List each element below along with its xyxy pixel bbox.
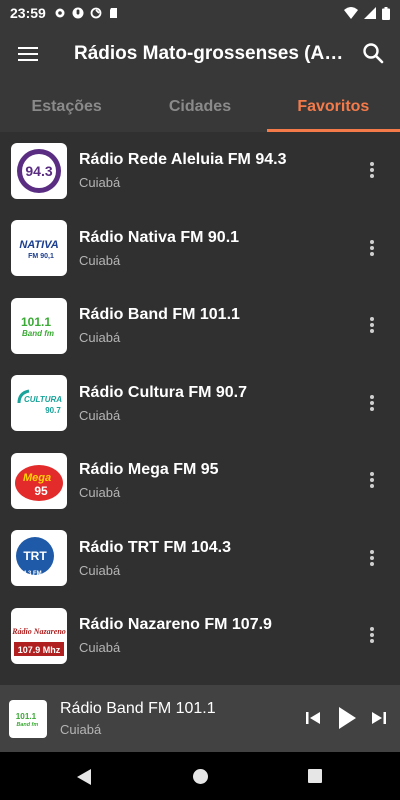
list-item[interactable]: 101.1 Band fm Rádio Band FM 101.1 Cuiabá xyxy=(0,287,400,365)
svg-text:95: 95 xyxy=(34,484,48,498)
sd-card-icon xyxy=(109,8,117,18)
play-icon[interactable] xyxy=(336,705,358,731)
station-city: Cuiabá xyxy=(79,175,121,191)
back-icon[interactable] xyxy=(75,768,93,786)
list-item[interactable]: Mega 95 Rádio Mega FM 95 Cuiabá xyxy=(0,442,400,520)
player-station-city: Cuiabá xyxy=(60,722,102,737)
app-bar: Rádios Mato-grossenses (A… xyxy=(0,26,400,82)
list-item[interactable]: NATIVA FM 90,1 Rádio Nativa FM 90.1 Cuia… xyxy=(0,210,400,288)
station-logo: CULTURA 90.7 xyxy=(11,375,67,432)
svg-text:Band fm: Band fm xyxy=(17,721,39,727)
svg-text:101.1: 101.1 xyxy=(16,712,37,721)
station-city: Cuiabá xyxy=(79,252,121,268)
svg-text:90.7: 90.7 xyxy=(45,406,61,415)
station-name: Rádio Nazareno FM 107.9 xyxy=(79,616,272,634)
station-name: Rádio Rede Aleluia FM 94.3 xyxy=(79,151,287,169)
more-vert-icon[interactable] xyxy=(362,160,382,180)
svg-text:Rádio Nazareno: Rádio Nazareno xyxy=(11,627,66,636)
wifi-icon xyxy=(344,7,358,19)
settings-icon xyxy=(55,8,65,18)
station-logo: 94.3 xyxy=(11,142,67,199)
skip-next-icon[interactable] xyxy=(370,707,388,729)
station-logo: Rádio Nazareno 107.9 Mhz xyxy=(11,607,67,664)
tab-bar: Estações Cidades Favoritos xyxy=(0,82,400,132)
microphone-icon xyxy=(72,7,84,19)
svg-text:Mega: Mega xyxy=(23,472,51,484)
hamburger-menu-icon xyxy=(18,47,38,61)
svg-text:NATIVA: NATIVA xyxy=(19,239,58,251)
svg-text:FM 90,1: FM 90,1 xyxy=(28,253,54,260)
more-vert-icon[interactable] xyxy=(362,393,382,413)
menu-button[interactable] xyxy=(0,26,56,82)
station-name: Rádio TRT FM 104.3 xyxy=(79,538,232,556)
page-title: Rádios Mato-grossenses (A… xyxy=(74,43,344,64)
station-logo: TRT 104,3 FM xyxy=(11,530,67,587)
station-name: Rádio Nativa FM 90.1 xyxy=(79,228,240,246)
station-city: Cuiabá xyxy=(79,562,121,578)
tab-cidades[interactable]: Cidades xyxy=(133,82,266,132)
status-bar: 23:59 xyxy=(0,0,400,26)
station-city: Cuiabá xyxy=(79,640,121,656)
search-icon[interactable] xyxy=(360,40,388,68)
svg-text:107.9 Mhz: 107.9 Mhz xyxy=(18,645,61,655)
mini-player[interactable]: 101.1 Band fm Rádio Band FM 101.1 Cuiabá xyxy=(0,685,400,752)
station-name: Rádio Mega FM 95 xyxy=(79,461,219,479)
svg-text:104,3 FM: 104,3 FM xyxy=(16,571,41,577)
station-list: 94.3 Rádio Rede Aleluia FM 94.3 Cuiabá N… xyxy=(0,132,400,685)
more-vert-icon[interactable] xyxy=(362,315,382,335)
skip-previous-icon[interactable] xyxy=(304,707,322,729)
svg-text:94.3: 94.3 xyxy=(25,163,52,179)
more-vert-icon[interactable] xyxy=(362,470,382,490)
tab-estacoes[interactable]: Estações xyxy=(0,82,133,132)
station-name: Rádio Band FM 101.1 xyxy=(79,306,240,324)
station-logo: NATIVA FM 90,1 xyxy=(11,220,67,277)
svg-text:101.1: 101.1 xyxy=(21,315,51,329)
station-city: Cuiabá xyxy=(79,330,121,346)
system-nav-bar xyxy=(0,752,400,800)
station-city: Cuiabá xyxy=(79,407,121,423)
battery-icon xyxy=(382,6,390,20)
list-item[interactable]: CULTURA 90.7 Rádio Cultura FM 90.7 Cuiab… xyxy=(0,365,400,443)
player-station-name: Rádio Band FM 101.1 xyxy=(60,700,216,717)
signal-icon xyxy=(364,7,376,19)
tab-favoritos[interactable]: Favoritos xyxy=(266,82,400,132)
status-time: 23:59 xyxy=(10,5,46,21)
station-city: Cuiabá xyxy=(79,485,121,501)
list-item[interactable]: 94.3 Rádio Rede Aleluia FM 94.3 Cuiabá xyxy=(0,132,400,210)
more-vert-icon[interactable] xyxy=(362,238,382,258)
list-item[interactable]: Rádio Nazareno 107.9 Mhz Rádio Nazareno … xyxy=(0,597,400,675)
svg-text:Band fm: Band fm xyxy=(22,329,54,338)
list-item[interactable]: TRT 104,3 FM Rádio TRT FM 104.3 Cuiabá xyxy=(0,520,400,598)
station-name: Rádio Cultura FM 90.7 xyxy=(79,383,248,401)
more-vert-icon[interactable] xyxy=(362,548,382,568)
svg-text:CULTURA: CULTURA xyxy=(24,395,62,404)
station-logo: 101.1 Band fm xyxy=(11,297,67,354)
player-station-logo: 101.1 Band fm xyxy=(9,699,47,738)
station-logo: Mega 95 xyxy=(11,452,67,509)
sync-icon xyxy=(90,7,102,19)
more-vert-icon[interactable] xyxy=(362,625,382,645)
svg-text:TRT: TRT xyxy=(23,549,47,563)
recents-icon[interactable] xyxy=(307,768,323,784)
home-icon[interactable] xyxy=(192,768,209,785)
